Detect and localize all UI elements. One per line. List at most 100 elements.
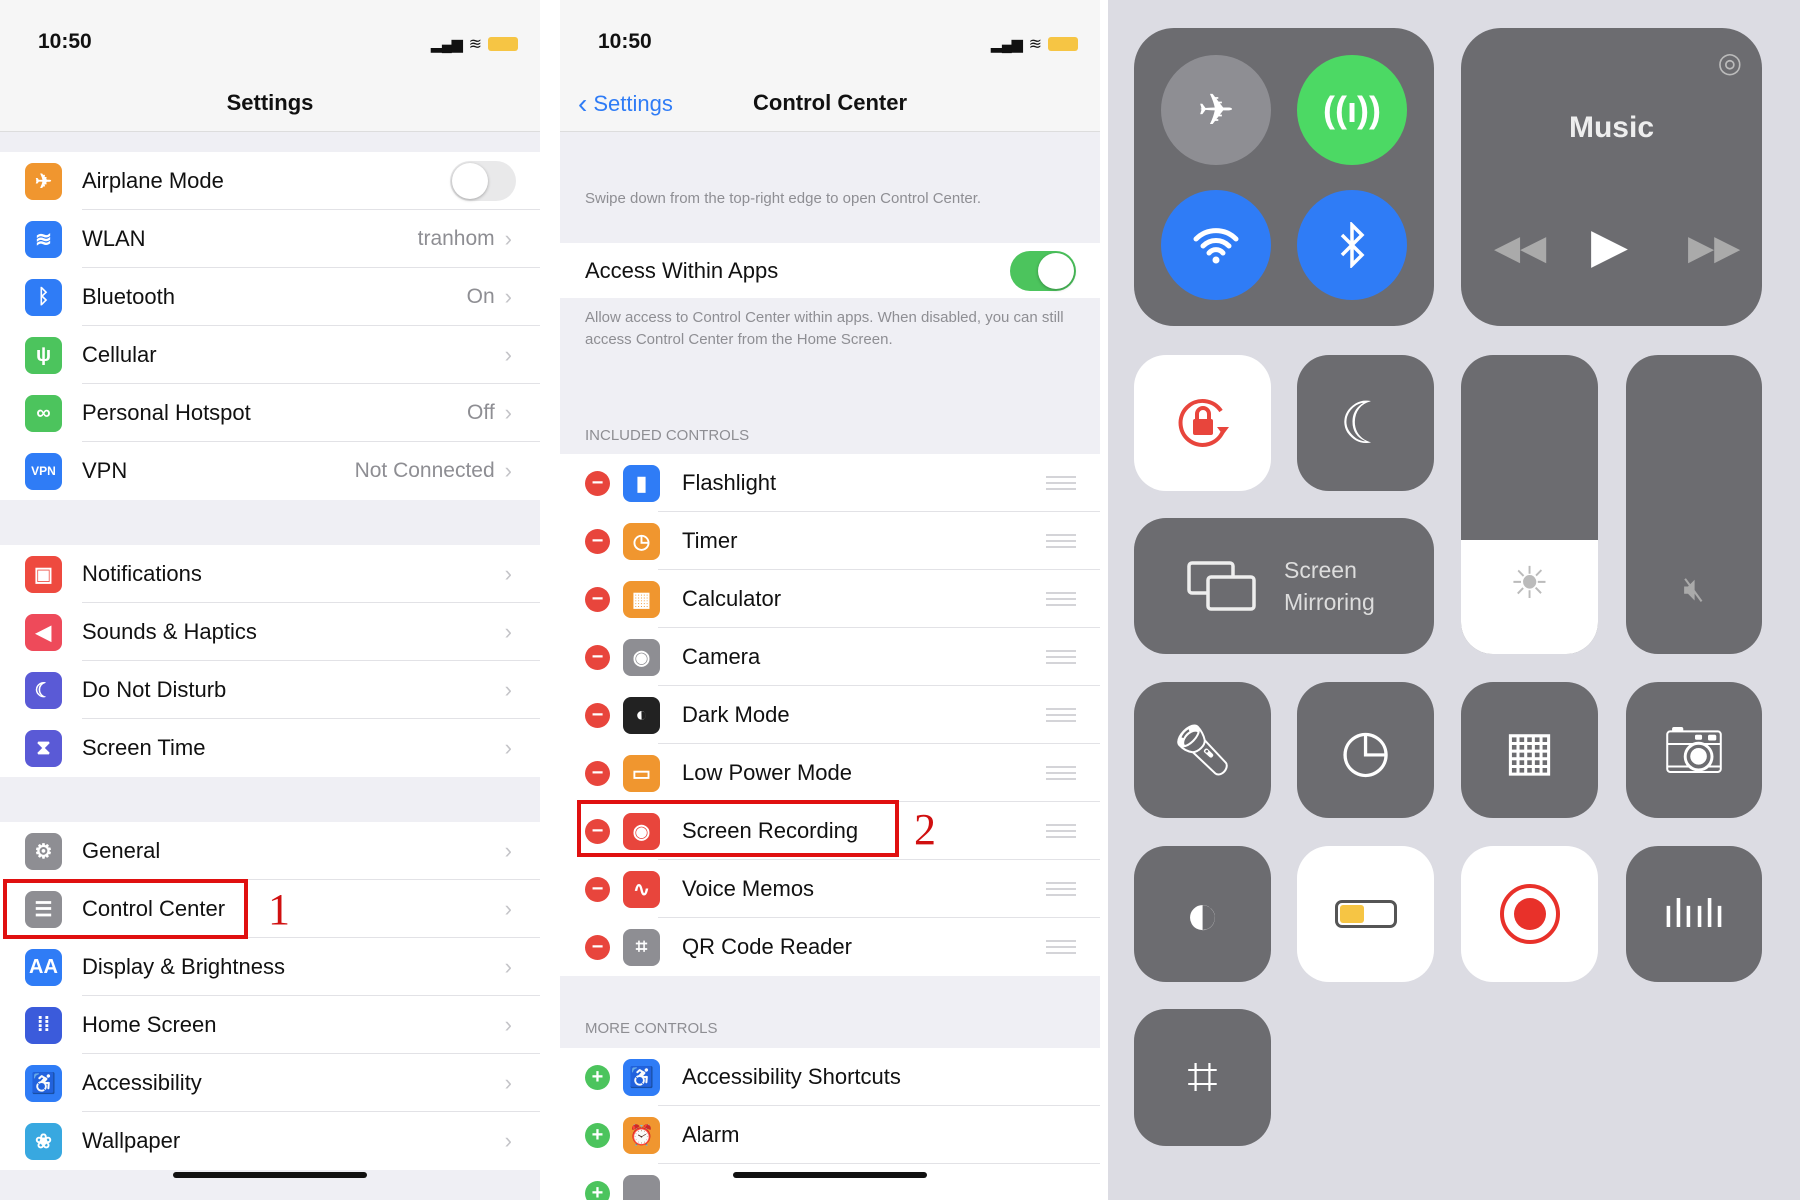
calculator-button[interactable]: ▦ (1461, 682, 1598, 818)
control-row-alarm: + ⏰ Alarm (560, 1106, 1100, 1164)
flashlight-icon: 🔦︎ (1170, 721, 1235, 778)
dark-mode-icon: ◐ (623, 696, 660, 734)
remove-control-button[interactable]: − (585, 586, 610, 612)
orientation-lock-button[interactable] (1134, 355, 1271, 491)
voice-memos-button[interactable]: ılıılı (1626, 846, 1762, 982)
remove-control-button[interactable]: − (585, 934, 610, 960)
chevron-right-icon: › (504, 1070, 512, 1095)
remove-control-button[interactable]: − (585, 702, 610, 728)
notifications-icon: ▣ (25, 555, 62, 593)
row-label: Screen Time (82, 735, 206, 760)
row-label: Do Not Disturb (82, 677, 227, 702)
reorder-handle-icon[interactable] (1046, 650, 1076, 664)
signal-icon: ▂▄▆ (431, 35, 463, 52)
cellular-antenna-icon: ((ı)) (1323, 89, 1381, 130)
row-label: Notifications (82, 561, 202, 586)
rewind-icon[interactable]: ◀◀ (1494, 228, 1546, 268)
add-control-button[interactable]: + (585, 1064, 610, 1090)
settings-row-display-brightness[interactable]: AA Display & Brightness › (0, 938, 540, 996)
settings-row-do-not-disturb[interactable]: ☾ Do Not Disturb › (0, 661, 540, 719)
wifi-toggle[interactable] (1161, 190, 1271, 300)
settings-row-vpn[interactable]: VPN VPN Not Connected › (0, 442, 540, 500)
page-title: Control Center (753, 90, 907, 115)
chevron-right-icon: › (504, 400, 512, 425)
settings-row-accessibility[interactable]: ♿ Accessibility › (0, 1054, 540, 1112)
control-label: Dark Mode (682, 702, 790, 727)
settings-row-bluetooth[interactable]: ᛒ Bluetooth On › (0, 268, 540, 326)
alarm-icon: ⏰ (623, 1116, 660, 1154)
settings-row-wlan[interactable]: ≋ WLAN tranhom › (0, 210, 540, 268)
included-controls-header: INCLUDED CONTROLS (585, 427, 750, 444)
flashlight-button[interactable]: 🔦︎ (1134, 682, 1271, 818)
reorder-handle-icon[interactable] (1046, 940, 1076, 954)
volume-slider[interactable]: 🔇︎ (1626, 355, 1762, 654)
chevron-right-icon: › (504, 735, 512, 760)
airplane-mode-toggle[interactable]: ✈ (1161, 55, 1271, 165)
qr-code-reader-button[interactable]: ⌗ (1134, 1009, 1271, 1146)
status-time: 10:50 (598, 30, 652, 53)
dark-mode-button[interactable]: ◐ (1134, 846, 1271, 982)
cellular-data-toggle[interactable]: ((ı)) (1297, 55, 1407, 165)
remove-control-button[interactable]: − (585, 644, 610, 670)
swipe-note: Swipe down from the top-right edge to op… (585, 190, 982, 207)
calculator-icon: ▦ (623, 580, 660, 618)
camera-button[interactable]: 📷︎ (1626, 682, 1762, 818)
chevron-right-icon: › (504, 1128, 512, 1153)
settings-row-notifications[interactable]: ▣ Notifications › (0, 545, 540, 603)
remove-control-button[interactable]: − (585, 876, 610, 902)
remove-control-button[interactable]: − (585, 470, 610, 496)
timer-icon: ◷ (1340, 718, 1391, 783)
settings-navbar: 10:50 ▂▄▆ ≋ Settings (0, 0, 540, 132)
control-row-accessibility-shortcuts: + ♿ Accessibility Shortcuts (560, 1048, 1100, 1106)
row-label: Sounds & Haptics (82, 619, 257, 644)
reorder-handle-icon[interactable] (1046, 534, 1076, 548)
waveform-icon: ∿ (623, 870, 660, 908)
row-label: Home Screen (82, 1012, 217, 1037)
reorder-handle-icon[interactable] (1046, 476, 1076, 490)
control-center-navbar: 10:50 ▂▄▆ ≋ ‹ Settings Control Center (560, 0, 1100, 132)
settings-row-screen-time[interactable]: ⧗ Screen Time › (0, 719, 540, 777)
reorder-handle-icon[interactable] (1046, 592, 1076, 606)
reorder-handle-icon[interactable] (1046, 766, 1076, 780)
bluetooth-toggle[interactable] (1297, 190, 1407, 300)
settings-row-airplane-mode[interactable]: ✈ Airplane Mode (0, 152, 540, 210)
timer-button[interactable]: ◷ (1297, 682, 1434, 818)
settings-row-sounds-haptics[interactable]: ◀ Sounds & Haptics › (0, 603, 540, 661)
row-label: Accessibility (82, 1070, 202, 1095)
brightness-slider[interactable]: ☀ (1461, 355, 1598, 654)
play-icon[interactable]: ▶ (1591, 218, 1628, 274)
reorder-handle-icon[interactable] (1046, 708, 1076, 722)
add-control-button[interactable]: + (585, 1122, 610, 1148)
settings-row-wallpaper[interactable]: ❀ Wallpaper › (0, 1112, 540, 1170)
reorder-handle-icon[interactable] (1046, 882, 1076, 896)
home-indicator (733, 1172, 927, 1178)
screen-recording-button[interactable] (1461, 846, 1598, 982)
settings-row-personal-hotspot[interactable]: ∞ Personal Hotspot Off › (0, 384, 540, 442)
control-row-camera: − ◉ Camera (560, 628, 1100, 686)
chevron-right-icon: › (504, 342, 512, 367)
settings-row-cellular[interactable]: ψ Cellular › (0, 326, 540, 384)
access-within-apps-toggle[interactable] (1010, 250, 1076, 291)
add-control-button[interactable]: + (585, 1180, 610, 1200)
fast-forward-icon[interactable]: ▶▶ (1688, 228, 1740, 268)
reorder-handle-icon[interactable] (1046, 824, 1076, 838)
airplane-mode-toggle[interactable] (450, 161, 516, 201)
row-label: WLAN (82, 226, 146, 251)
remove-control-button[interactable]: − (585, 528, 610, 554)
chevron-right-icon: › (504, 1012, 512, 1037)
settings-row-general[interactable]: ⚙ General › (0, 822, 540, 880)
airplay-icon[interactable]: ◎ (1718, 46, 1742, 79)
settings-row-home-screen[interactable]: ⁞⁞ Home Screen › (0, 996, 540, 1054)
low-power-mode-button[interactable] (1297, 846, 1434, 982)
sun-icon: ☀ (1509, 559, 1550, 608)
control-label: Calculator (682, 586, 782, 611)
bluetooth-icon (1340, 222, 1365, 268)
control-row-low-power-mode: − ▭ Low Power Mode (560, 744, 1100, 802)
screen-mirroring-button[interactable]: Screen Mirroring (1134, 518, 1434, 654)
remove-control-button[interactable]: − (585, 760, 610, 786)
camera-icon: 📷︎ (1662, 721, 1726, 778)
wifi-status-icon: ≋ (468, 36, 482, 53)
do-not-disturb-button[interactable]: ☾ (1297, 355, 1434, 491)
airplane-icon: ✈ (25, 162, 62, 200)
speaker-muted-icon: 🔇︎ (1683, 570, 1705, 608)
